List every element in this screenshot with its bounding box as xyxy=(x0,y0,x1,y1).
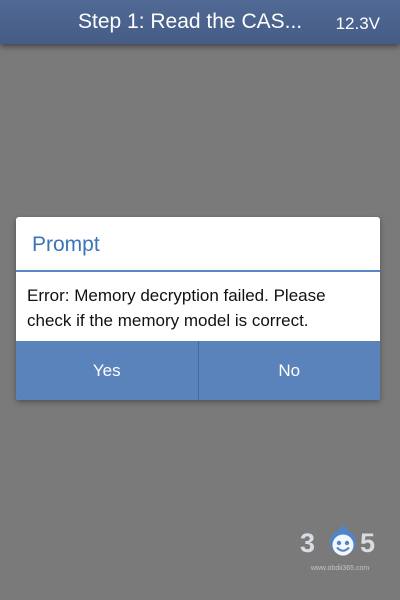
watermark-digit-right: 5 xyxy=(360,528,376,558)
prompt-dialog: Prompt Error: Memory decryption failed. … xyxy=(16,217,380,400)
voltage-readout: 12.3V xyxy=(335,14,380,33)
no-button[interactable]: No xyxy=(199,341,381,400)
smiley-face-icon xyxy=(330,524,356,556)
dialog-button-bar: Yes No xyxy=(16,341,380,400)
watermark-url: www.obdii365.com xyxy=(310,565,370,572)
page-title: Step 1: Read the CAS... xyxy=(78,10,303,33)
dialog-title: Prompt xyxy=(32,233,100,256)
watermark-logo: 3 5 www.obdii365.com xyxy=(296,523,384,583)
top-bar: Step 1: Read the CAS... 12.3V xyxy=(0,0,400,44)
yes-button[interactable]: Yes xyxy=(16,341,198,400)
watermark-digit-left: 3 xyxy=(300,528,316,558)
dialog-message: Error: Memory decryption failed. Please … xyxy=(27,286,326,330)
dialog-divider xyxy=(16,270,380,272)
